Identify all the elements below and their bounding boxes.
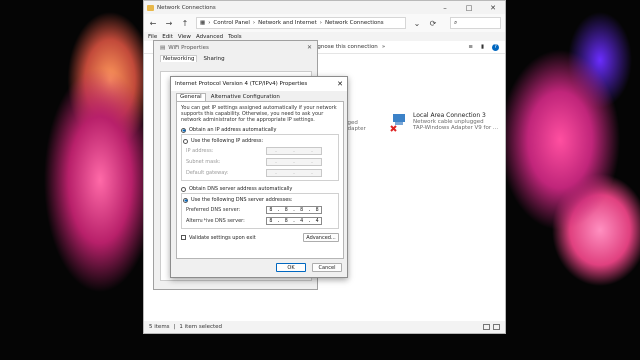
subnet-mask-label: Subnet mask:: [186, 158, 221, 165]
adapter-name: Local Area Connection 3: [413, 112, 486, 119]
adapter-item-local-area-connection-3[interactable]: Local Area Connection 3 Network cable un…: [389, 112, 498, 132]
ipv4-properties-dialog: Internet Protocol Version 4 (TCP/IPv4) P…: [170, 76, 348, 278]
cancel-button[interactable]: Cancel: [312, 263, 342, 272]
tab-sharing[interactable]: Sharing: [203, 56, 224, 62]
static-ip-group: Use the following IP address: IP address…: [181, 134, 339, 181]
octet: 8: [269, 217, 273, 224]
selected-count: 1 item selected: [179, 324, 223, 330]
wifi-icon: ▤: [160, 44, 166, 51]
view-options-icon[interactable]: ≡: [468, 44, 473, 51]
default-gateway-row: Default gateway: ...: [186, 167, 334, 178]
menu-file[interactable]: File: [148, 34, 157, 40]
octet: 8: [284, 217, 288, 224]
close-icon[interactable]: ✕: [307, 44, 317, 51]
up-arrow-icon[interactable]: ↑: [180, 19, 190, 28]
subnet-mask-field: ...: [266, 157, 322, 166]
chevron-down-icon[interactable]: ⌄: [412, 19, 422, 28]
default-gateway-label: Default gateway:: [186, 169, 229, 176]
dialog-titlebar: ▤ WiFi Properties ✕: [154, 41, 317, 54]
breadcrumb-network-connections[interactable]: Network Connections: [325, 20, 384, 26]
close-button[interactable]: ✕: [481, 4, 505, 12]
tab-general[interactable]: General: [176, 93, 206, 101]
dialog-title: WiFi Properties: [168, 44, 209, 51]
octet: 4: [315, 217, 319, 224]
description-text: You can get IP settings assigned automat…: [181, 105, 337, 123]
octet: 8: [315, 206, 319, 213]
breadcrumb[interactable]: ▦ › Control Panel › Network and Internet…: [196, 17, 406, 29]
default-gateway-field: ...: [266, 168, 322, 177]
octet: 4: [300, 217, 304, 224]
refresh-icon[interactable]: ⟳: [428, 19, 438, 28]
ok-button[interactable]: OK: [276, 263, 306, 272]
alternate-dns-field[interactable]: 8. 8. 4. 4: [266, 216, 322, 225]
subnet-mask-row: Subnet mask: ...: [186, 156, 334, 167]
window-title: Network Connections: [157, 4, 216, 11]
chevron-right-icon[interactable]: »: [382, 44, 385, 50]
radio-button[interactable]: [183, 138, 188, 144]
menu-edit[interactable]: Edit: [162, 34, 173, 40]
search-icon: ⌕: [454, 19, 458, 26]
radio-button[interactable]: [183, 197, 188, 203]
breadcrumb-control-panel[interactable]: Control Panel: [213, 20, 249, 26]
minimize-button[interactable]: –: [433, 4, 457, 12]
help-icon[interactable]: ?: [492, 43, 499, 51]
large-icons-view-icon[interactable]: [493, 324, 500, 330]
alternate-dns-label: Alternative DNS server:: [186, 217, 245, 224]
close-icon[interactable]: ✕: [333, 80, 347, 88]
validate-label: Validate settings upon exit: [189, 234, 256, 241]
obtain-ip-auto-label: Obtain an IP address automatically: [189, 127, 277, 133]
menu-tools[interactable]: Tools: [228, 34, 242, 40]
ip-address-field: ...: [266, 146, 322, 155]
preferred-dns-row: Preferred DNS server: 8. 8. 8. 8: [186, 204, 334, 215]
window-titlebar: Network Connections – □ ✕: [144, 1, 505, 14]
octet: 8: [300, 206, 304, 213]
tab-strip: General Alternative Configuration: [171, 91, 347, 101]
use-dns-label: Use the following DNS server addresses:: [191, 197, 293, 203]
obtain-dns-auto-label: Obtain DNS server address automatically: [189, 186, 293, 192]
dialog-buttons: OK Cancel: [276, 263, 342, 272]
general-panel: You can get IP settings assigned automat…: [176, 101, 344, 259]
dialog-titlebar: Internet Protocol Version 4 (TCP/IPv4) P…: [171, 77, 347, 91]
radio-button[interactable]: [181, 127, 186, 133]
breadcrumb-network-internet[interactable]: Network and Internet: [258, 20, 317, 26]
radio-button[interactable]: [181, 186, 186, 192]
network-adapter-icon: [390, 114, 405, 132]
status-bar: 5 items | 1 item selected: [144, 321, 505, 333]
alternate-dns-row: Alternative DNS server: 8. 8. 4. 4: [186, 215, 334, 226]
ip-address-row: IP address: ...: [186, 145, 334, 156]
advanced-button[interactable]: Advanced...: [303, 233, 339, 242]
preferred-dns-label: Preferred DNS server:: [186, 206, 241, 213]
tab-strip: Networking Sharing: [154, 54, 317, 63]
octet: 8: [269, 206, 273, 213]
menu-view[interactable]: View: [178, 34, 191, 40]
validate-option[interactable]: Validate settings upon exit Advanced...: [181, 233, 339, 242]
obtain-dns-auto-option[interactable]: Obtain DNS server address automatically: [181, 185, 339, 193]
tab-alternative-configuration[interactable]: Alternative Configuration: [208, 94, 283, 101]
search-input[interactable]: ⌕: [450, 17, 501, 29]
folder-icon: ▦: [200, 20, 206, 26]
preferred-dns-field[interactable]: 8. 8. 8. 8: [266, 205, 322, 214]
use-ip-option[interactable]: Use the following IP address:: [183, 137, 334, 145]
adapter-device: TAP-Windows Adapter V9 for ...: [413, 125, 499, 131]
use-dns-option[interactable]: Use the following DNS server addresses:: [183, 196, 334, 204]
folder-icon: [147, 4, 154, 11]
menu-advanced[interactable]: Advanced: [196, 34, 223, 40]
tab-networking[interactable]: Networking: [160, 55, 198, 62]
ip-address-label: IP address:: [186, 147, 214, 154]
address-bar: ← → ↑ ▦ › Control Panel › Network and In…: [144, 14, 505, 32]
validate-checkbox[interactable]: [181, 235, 186, 240]
obtain-ip-auto-option[interactable]: Obtain an IP address automatically: [181, 126, 339, 134]
octet: 8: [284, 206, 288, 213]
diagnose-connection-button[interactable]: agnose this connection: [314, 44, 378, 50]
maximize-button[interactable]: □: [457, 4, 481, 12]
forward-arrow-icon[interactable]: →: [164, 19, 174, 28]
dialog-title: Internet Protocol Version 4 (TCP/IPv4) P…: [175, 81, 308, 87]
details-view-icon[interactable]: [483, 324, 490, 330]
preview-pane-icon[interactable]: ▮: [481, 44, 484, 51]
item-count: 5 items: [149, 324, 170, 330]
use-ip-label: Use the following IP address:: [191, 138, 264, 144]
back-arrow-icon[interactable]: ←: [148, 19, 158, 28]
